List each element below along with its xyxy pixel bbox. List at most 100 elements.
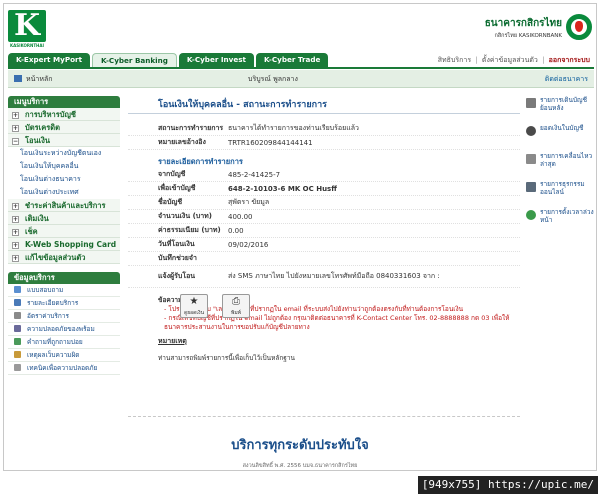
transfer-date-row: วันที่โอนเงิน 09/02/2016: [128, 238, 520, 252]
coins-icon: ★: [189, 296, 199, 307]
sidebar-info-fees[interactable]: อัตราค่าบริการ: [8, 310, 120, 323]
account-name-value: สุพัตรา ขัยมูล: [228, 198, 270, 206]
tab-k-cyber-banking[interactable]: K-Cyber Banking: [92, 53, 177, 67]
statement-icon: [526, 98, 536, 108]
expand-icon: +: [12, 203, 19, 210]
sidebar-item-bill-payment[interactable]: + ชำระค่าสินค้าและบริการ: [8, 199, 120, 212]
sidebar-info-service-details[interactable]: รายละเอียดบริการ: [8, 297, 120, 310]
home-link[interactable]: หน้าหลัก: [14, 74, 52, 85]
note-footer-heading: หมายเหตุ: [158, 337, 187, 345]
question-icon: [14, 338, 21, 345]
expand-icon: +: [12, 255, 19, 262]
sidebar-info-faq[interactable]: คำถามที่ถูกถามบ่อย: [8, 336, 120, 349]
document-icon: [14, 312, 21, 319]
reference-row: หมายเลขอ้างอิง TRTR160209844144141: [128, 136, 520, 150]
sidebar-subitem-third-party-transfer[interactable]: โอนเงินให้บุคคลอื่น: [8, 160, 120, 173]
bank-name: ธนาคารกสิกรไทย กสิกรไทย KASIKORNBANK: [485, 16, 562, 40]
print-hint: ท่านสามารถพิมพ์รายการนี้เพื่อเก็บไว้เป็น…: [158, 354, 295, 362]
kasikorn-logo[interactable]: K KASIKORNTHAI: [8, 10, 46, 50]
view-balance-button[interactable]: ★ ดูยอดเงิน: [180, 294, 208, 318]
fee-row: ค่าธรรมเนียม (บาท) 0.00: [128, 224, 520, 238]
contact-bank-link[interactable]: ติดต่อธนาคาร: [545, 74, 588, 85]
sidebar-info-error-reasons[interactable]: เหตุผลเว็บความผิด: [8, 349, 120, 362]
sidebar-item-account-management[interactable]: + การบริหารบัญชี: [8, 108, 120, 121]
account-name-row: ชื่อบัญชี สุพัตรา ขัยมูล: [128, 196, 520, 210]
quick-link-scheduled[interactable]: รายการตั้งเวลาล่วงหน้า: [526, 208, 596, 234]
service-menu-header: เมนูบริการ: [8, 96, 120, 108]
divider: |: [542, 56, 545, 64]
product-tabs: K-Expert MyPort K-Cyber Banking K-Cyber …: [8, 53, 330, 67]
calendar-icon: [526, 154, 536, 164]
footer-slogan: บริการทุกระดับประทับใจ: [231, 438, 369, 453]
sidebar-item-topup[interactable]: + เติมเงิน: [8, 212, 120, 225]
collapse-icon: −: [12, 138, 19, 145]
quick-link-balance[interactable]: ยอดเงินในบัญชี: [526, 124, 596, 150]
sidebar-subitem-own-account-transfer[interactable]: โอนเงินระหว่างบัญชีตนเอง: [8, 147, 120, 160]
user-name: บริบูรณ์ พูลกลาง: [248, 75, 298, 83]
status-row: สถานะการทำรายการ ธนาคารได้ทำรายการของท่า…: [128, 122, 520, 136]
sidebar-item-k-web-shopping-card[interactable]: + K-Web Shopping Card: [8, 238, 120, 251]
tab-k-expert-myport[interactable]: K-Expert MyPort: [8, 53, 90, 67]
sidebar-item-credit-card[interactable]: + บัตรเครดิต: [8, 121, 120, 134]
quick-link-recent[interactable]: รายการเคลื่อนไหวล่าสุด: [526, 152, 596, 178]
clock-icon: [526, 210, 536, 220]
sidebar-info-readiness[interactable]: ความปลอดภัยของพร้อม: [8, 323, 120, 336]
logout-link[interactable]: ออกจากระบบ: [549, 56, 590, 64]
top-links: สิทธิบริการ | ตั้งค่าข้อมูลส่วนตัว | ออก…: [436, 55, 590, 66]
transfer-result-panel: โอนเงินให้บุคคลอื่น - สถานะการทำรายการ ส…: [128, 96, 520, 363]
footer-copyright: สงวนลิขสิทธิ์ พ.ศ. 2556 บมจ.ธนาคารกสิกรไ…: [242, 463, 358, 469]
bank-name-thai: ธนาคารกสิกรไทย: [484, 18, 562, 29]
expand-icon: +: [12, 229, 19, 236]
section-title: รายละเอียดการทำรายการ: [158, 157, 243, 166]
warning-icon: [14, 351, 21, 358]
star-icon: [14, 299, 21, 306]
sidebar-subitem-international-transfer[interactable]: โอนเงินต่างประเทศ: [8, 186, 120, 199]
status-value: ธนาคารได้ทำรายการของท่านเรียบร้อยแล้ว: [228, 124, 359, 132]
to-account-value: 648-2-10103-6 MK OC Husff: [228, 184, 337, 193]
from-account-value: 485-2-41425-7: [228, 170, 281, 179]
expand-icon: +: [12, 125, 19, 132]
sidebar-info-survey[interactable]: แบบสอบถาม: [8, 284, 120, 297]
logo-text: KASIKORNTHAI: [10, 43, 44, 48]
list-icon: [14, 325, 21, 332]
balance-icon: [526, 126, 536, 136]
printer-icon: ⎙: [232, 296, 240, 307]
expand-icon: +: [12, 242, 19, 249]
page-title: โอนเงินให้บุคคลอื่น - สถานะการทำรายการ: [128, 96, 520, 114]
header-divider: [8, 67, 594, 69]
tab-k-cyber-invest[interactable]: K-Cyber Invest: [178, 53, 254, 67]
quick-link-statement[interactable]: รายการเดินบัญชีย้อนหลัง: [526, 96, 596, 122]
sidebar: เมนูบริการ + การบริหารบัญชี + บัตรเครดิต −…: [8, 96, 120, 375]
service-info-header: ข้อมูลบริการ: [8, 272, 120, 284]
transfer-date-value: 09/02/2016: [228, 240, 269, 249]
sidebar-item-transfer[interactable]: − โอนเงิน: [8, 134, 120, 147]
sub-navigation-bar: หน้าหลัก บริบูรณ์ พูลกลาง ติดต่อธนาคาร: [8, 70, 594, 88]
sidebar-item-edit-profile[interactable]: + แก้ไขข้อมูลส่วนตัว: [8, 251, 120, 264]
to-account-row: เพื่อเข้าบัญชี 648-2-10103-6 MK OC Husff: [128, 182, 520, 196]
tab-k-cyber-trade[interactable]: K-Cyber Trade: [255, 53, 329, 67]
header: K KASIKORNTHAI ธนาคารกสิกรไทย กสิกรไทย K…: [4, 4, 596, 52]
bank-emblem-icon: [566, 14, 592, 40]
sidebar-item-cheque[interactable]: + เช็ค: [8, 225, 120, 238]
browser-frame: K KASIKORNTHAI ธนาคารกสิกรไทย กสิกรไทย K…: [3, 3, 597, 471]
quick-link-online-transactions[interactable]: รายการธุรกรรมออนไลน์: [526, 180, 596, 206]
monitor-icon: [526, 182, 536, 192]
services-link[interactable]: สิทธิบริการ: [438, 56, 471, 64]
reference-number: TRTR160209844144141: [228, 138, 313, 147]
sidebar-subitem-interbank-transfer[interactable]: โอนเงินต่างธนาคาร: [8, 173, 120, 186]
bank-name-english: กสิกรไทย KASIKORNBANK: [494, 33, 562, 39]
expand-icon: +: [12, 216, 19, 223]
settings-link[interactable]: ตั้งค่าข้อมูลส่วนตัว: [482, 56, 538, 64]
memo-row: บันทึกช่วยจำ: [128, 252, 520, 266]
image-host-watermark: [949x755] https://upic.me/: [417, 476, 598, 494]
notify-value: ส่ง SMS ภาษาไทย ไปยังหมายเลขโทรศัพท์มือถ…: [228, 272, 440, 280]
amount-value: 400.00: [228, 212, 253, 221]
home-icon: [14, 75, 22, 82]
divider: |: [475, 56, 478, 64]
expand-icon: +: [12, 112, 19, 119]
print-button[interactable]: ⎙ พิมพ์: [222, 294, 250, 318]
home-label: หน้าหลัก: [26, 75, 53, 83]
sidebar-info-security-tips[interactable]: เทคนิคเพื่อความปลอดภัย: [8, 362, 120, 375]
action-buttons: ★ ดูยอดเงิน ⎙ พิมพ์: [180, 294, 264, 318]
survey-icon: [14, 286, 21, 293]
